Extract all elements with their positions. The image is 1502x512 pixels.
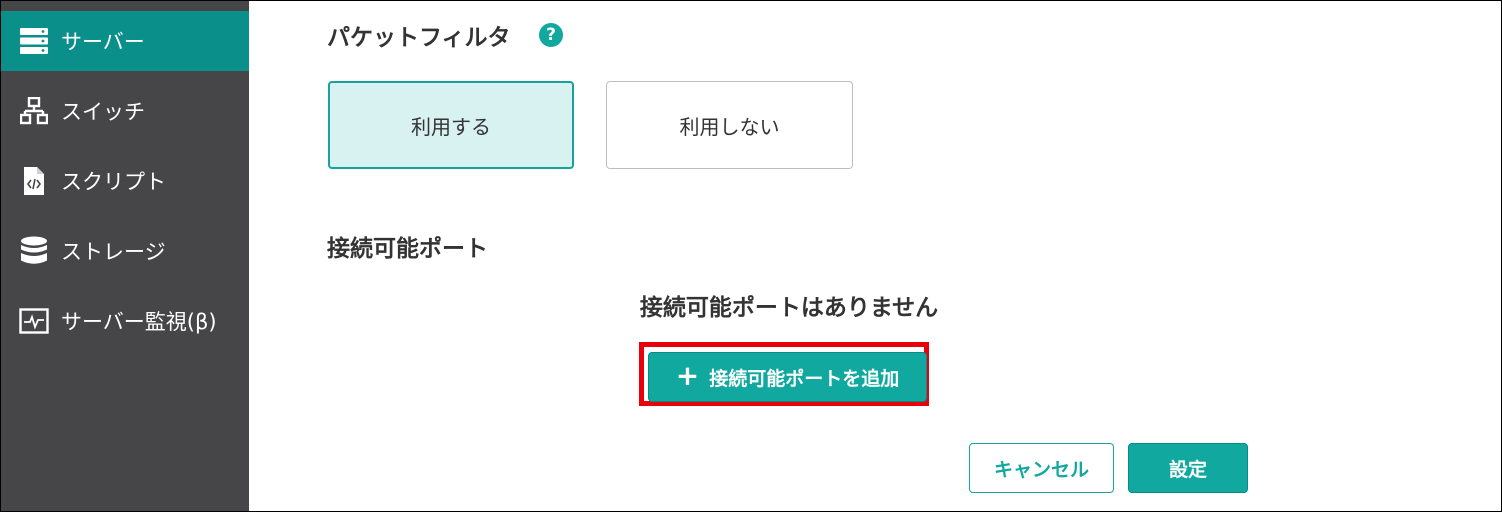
- packet-filter-nouse-option[interactable]: 利用しない: [606, 81, 853, 169]
- help-icon[interactable]: ?: [539, 23, 563, 47]
- script-file-icon: [18, 165, 50, 197]
- option-label: 利用しない: [679, 114, 780, 139]
- sidebar-item-switch[interactable]: スイッチ: [1, 81, 249, 141]
- add-port-button-label: 接続可能ポートを追加: [709, 367, 900, 390]
- sidebar-item-server-monitoring[interactable]: サーバー監視(β): [1, 291, 249, 351]
- sidebar-item-storage[interactable]: ストレージ: [1, 221, 249, 281]
- server-icon: [18, 25, 50, 57]
- monitor-chart-icon: [18, 305, 50, 337]
- cancel-button[interactable]: キャンセル: [969, 443, 1114, 493]
- network-switch-icon: [18, 95, 50, 127]
- main-content: パケットフィルタ ? 利用する 利用しない 接続可能ポート 接続可能ポートはあり…: [249, 1, 1501, 511]
- packet-filter-title: パケットフィルタ: [327, 25, 511, 51]
- ports-empty-message: 接続可能ポートはありません: [639, 295, 939, 321]
- sidebar-item-label: ストレージ: [61, 240, 166, 264]
- ports-title: 接続可能ポート: [327, 236, 488, 262]
- sidebar-item-label: スイッチ: [61, 100, 145, 124]
- sidebar-item-server[interactable]: サーバー: [1, 11, 249, 71]
- app-window: サーバー スイッチ スクリプト ストレージ サーバー監視(β) パケットフィルタ…: [0, 0, 1502, 512]
- save-button[interactable]: 設定: [1128, 443, 1248, 493]
- plus-icon: +: [675, 359, 700, 392]
- packet-filter-use-option[interactable]: 利用する: [328, 81, 574, 169]
- option-label: 利用する: [411, 114, 491, 139]
- sidebar-item-label: スクリプト: [61, 170, 166, 194]
- sidebar-item-label: サーバー: [61, 30, 145, 54]
- sidebar-item-script[interactable]: スクリプト: [1, 151, 249, 211]
- add-port-button[interactable]: + 接続可能ポートを追加: [648, 352, 927, 402]
- database-icon: [18, 235, 50, 267]
- sidebar-item-label: サーバー監視(β): [61, 310, 217, 334]
- sidebar: サーバー スイッチ スクリプト ストレージ サーバー監視(β): [1, 1, 249, 511]
